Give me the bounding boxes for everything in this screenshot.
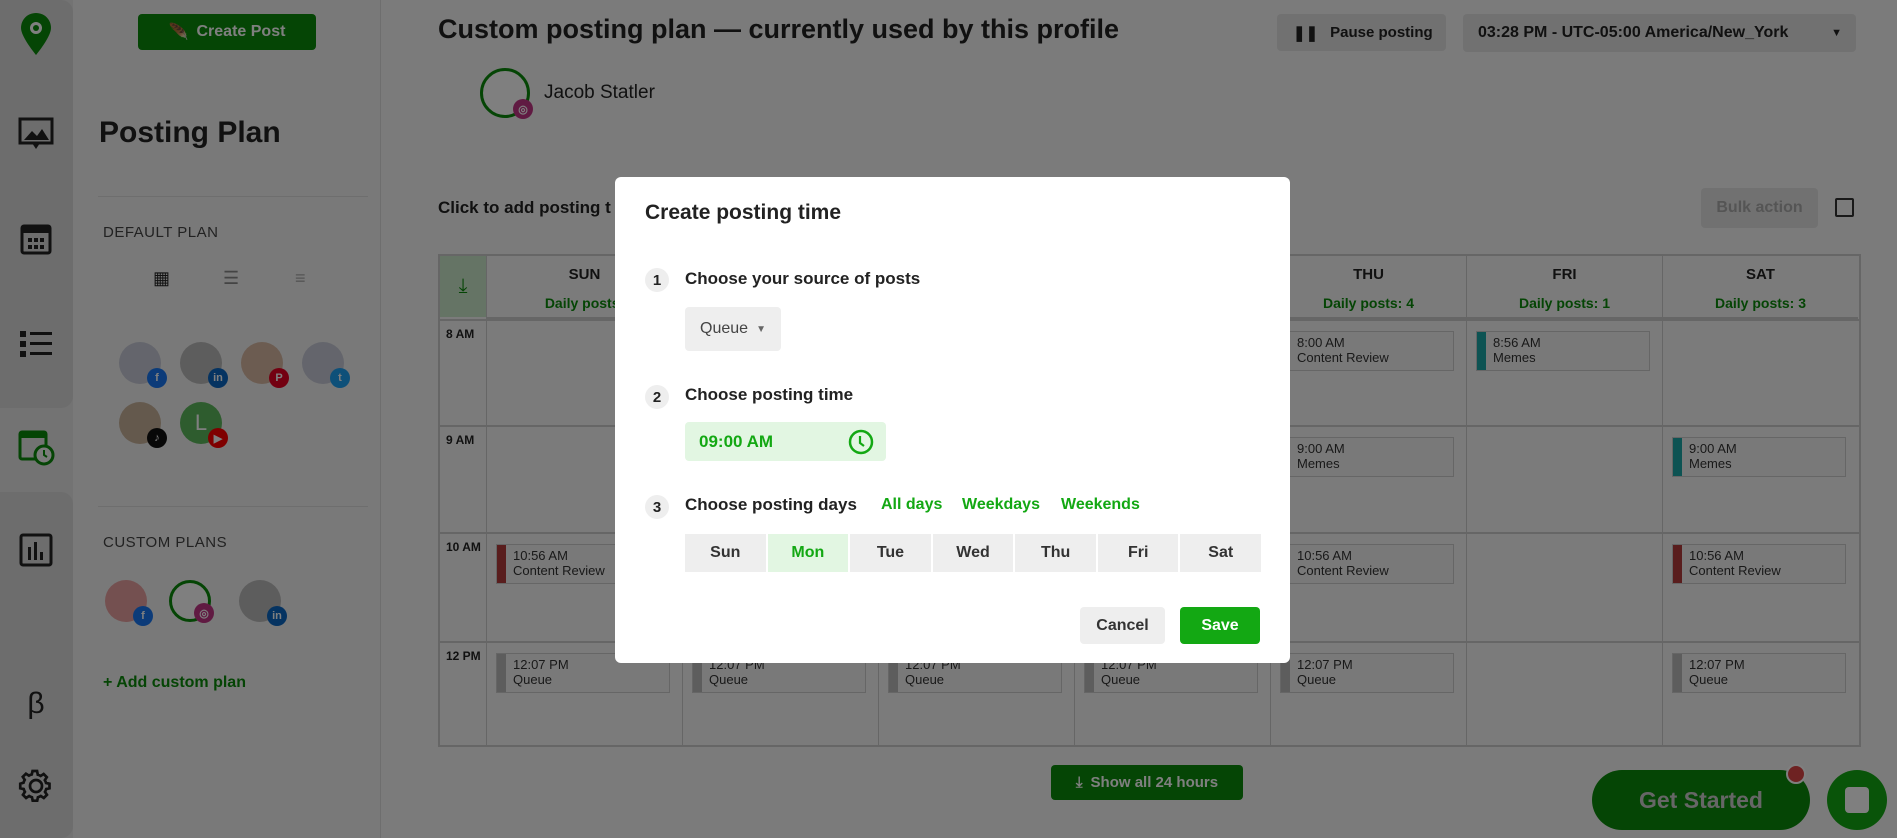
day-toggle-sat[interactable]: Sat — [1180, 534, 1262, 572]
day-selector: Sun Mon Tue Wed Thu Fri Sat — [685, 534, 1262, 572]
step-number: 2 — [645, 385, 669, 409]
save-button[interactable]: Save — [1180, 607, 1260, 644]
day-toggle-tue[interactable]: Tue — [850, 534, 931, 572]
time-value: 09:00 AM — [699, 431, 774, 451]
create-posting-time-modal: Create posting time 1 Choose your source… — [615, 177, 1290, 663]
day-toggle-mon[interactable]: Mon — [767, 534, 849, 572]
day-toggle-wed[interactable]: Wed — [932, 534, 1014, 572]
day-toggle-fri[interactable]: Fri — [1097, 534, 1179, 572]
step-source-label: Choose your source of posts — [685, 269, 921, 288]
step-number: 3 — [645, 495, 669, 519]
step-time-label: Choose posting time — [685, 385, 854, 404]
source-value: Queue — [700, 320, 749, 337]
weekends-link[interactable]: Weekends — [1061, 496, 1140, 514]
source-select[interactable]: Queue ▼ — [685, 307, 781, 351]
time-input[interactable]: 09:00 AM — [685, 422, 886, 461]
day-toggle-thu[interactable]: Thu — [1015, 534, 1096, 572]
step-number: 1 — [645, 268, 669, 292]
chevron-down-icon: ▼ — [756, 323, 766, 335]
modal-title: Create posting time — [645, 201, 842, 224]
clock-icon — [848, 429, 874, 454]
step-days-label: Choose posting days — [685, 495, 857, 514]
weekdays-link[interactable]: Weekdays — [962, 496, 1040, 514]
all-days-link[interactable]: All days — [881, 496, 942, 514]
cancel-button[interactable]: Cancel — [1080, 607, 1165, 644]
day-toggle-sun[interactable]: Sun — [685, 534, 766, 572]
